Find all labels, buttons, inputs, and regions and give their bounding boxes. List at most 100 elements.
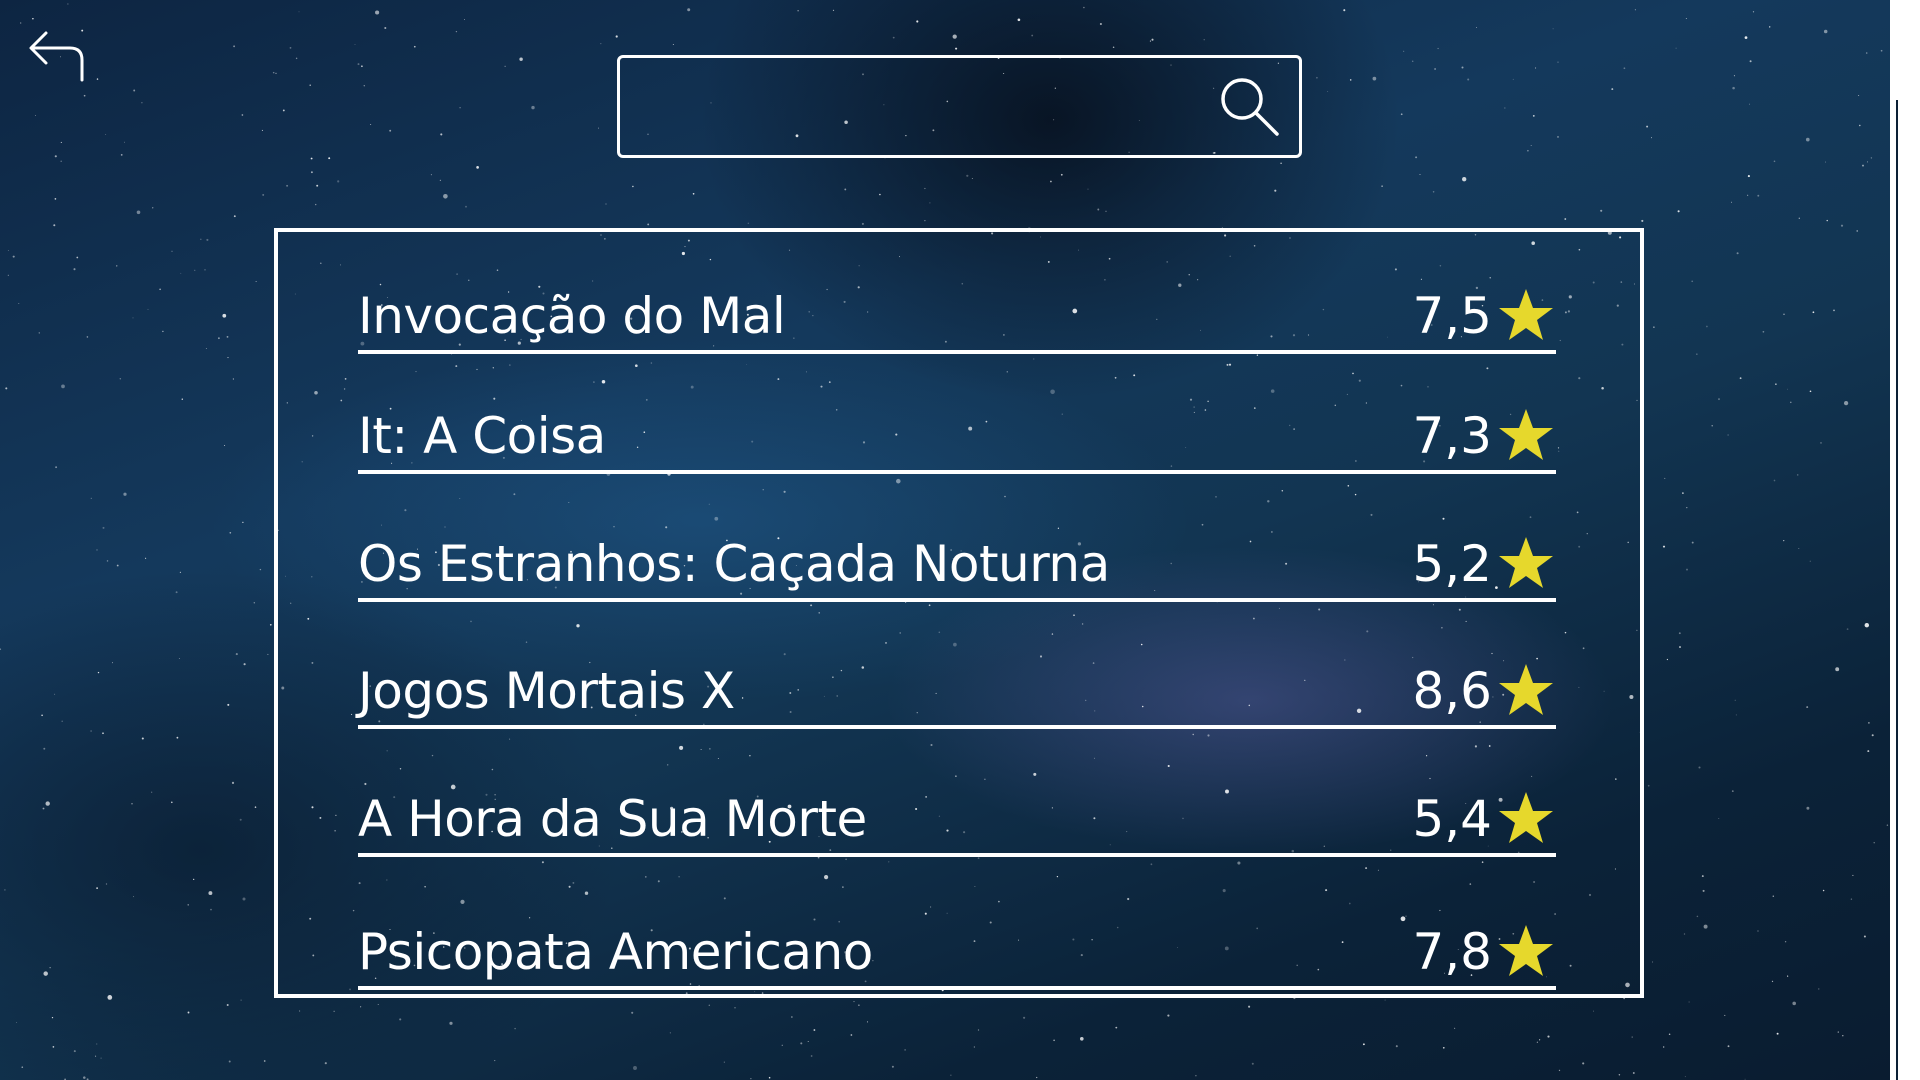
background-star <box>1820 442 1822 444</box>
background-star <box>1395 1045 1398 1048</box>
background-star <box>242 521 244 524</box>
search-bar[interactable] <box>617 55 1302 158</box>
background-star <box>119 378 122 380</box>
background-star <box>1792 1001 1796 1006</box>
background-star <box>1593 1010 1594 1012</box>
background-star <box>1684 1076 1686 1078</box>
background-star <box>1151 38 1154 41</box>
background-star <box>1752 11 1755 13</box>
background-star <box>768 1076 771 1079</box>
background-star <box>315 203 317 206</box>
list-item[interactable]: A Hora da Sua Morte 5,4 <box>358 785 1556 857</box>
search-icon[interactable] <box>1217 74 1283 140</box>
background-star <box>1641 219 1644 222</box>
background-star <box>1747 175 1750 178</box>
movie-title[interactable]: Os Estranhos: Caçada Noturna <box>358 534 1110 594</box>
background-star <box>1873 842 1875 844</box>
background-star <box>413 45 416 48</box>
background-star <box>1112 46 1115 49</box>
background-star <box>267 653 269 655</box>
background-star <box>377 1003 379 1005</box>
background-star <box>1248 1005 1251 1008</box>
list-item[interactable]: Jogos Mortais X 8,6 <box>358 657 1556 729</box>
background-star <box>1535 67 1537 69</box>
background-star <box>147 308 149 310</box>
list-item[interactable]: Os Estranhos: Caçada Noturna 5,2 <box>358 530 1556 602</box>
background-star <box>1688 1001 1690 1003</box>
background-star <box>226 335 229 338</box>
movie-rating: 7,8 <box>1412 923 1492 981</box>
background-star <box>832 9 835 12</box>
background-star <box>950 1074 952 1076</box>
background-star <box>1327 90 1329 92</box>
background-star <box>632 185 634 188</box>
background-star <box>916 20 919 23</box>
movie-title[interactable]: Jogos Mortais X <box>358 661 735 721</box>
background-star <box>227 357 229 359</box>
background-star <box>228 1060 231 1063</box>
background-star <box>35 115 36 116</box>
background-star <box>1696 915 1699 918</box>
background-star <box>1419 174 1421 175</box>
background-star <box>1274 189 1277 192</box>
background-star <box>1856 230 1858 232</box>
side-panel-edge <box>1890 0 1920 1080</box>
background-star <box>750 1078 752 1080</box>
movie-rating: 7,3 <box>1412 407 1492 465</box>
background-star <box>1668 1033 1671 1035</box>
background-star <box>1582 1062 1585 1065</box>
background-star <box>1739 377 1742 380</box>
background-star <box>131 803 133 805</box>
background-star <box>1167 1014 1170 1017</box>
row-underline <box>358 986 1556 990</box>
background-star <box>1105 210 1107 212</box>
background-star <box>615 35 618 38</box>
background-star <box>141 102 143 104</box>
background-star <box>240 999 242 1001</box>
background-star <box>1462 177 1467 182</box>
movie-title[interactable]: Invocação do Mal <box>358 286 786 346</box>
background-star <box>1432 191 1435 193</box>
background-star <box>239 818 242 821</box>
background-star <box>1036 1076 1038 1079</box>
movie-title[interactable]: A Hora da Sua Morte <box>358 789 867 849</box>
background-star <box>1749 103 1750 105</box>
background-star <box>892 36 895 39</box>
background-star <box>49 967 51 969</box>
background-star <box>235 653 238 656</box>
background-star <box>18 303 20 305</box>
movie-title[interactable]: It: A Coisa <box>358 406 606 466</box>
background-star <box>282 109 285 112</box>
background-star <box>136 210 141 215</box>
background-star <box>179 571 182 574</box>
search-input[interactable] <box>636 72 1200 144</box>
background-star <box>1372 76 1377 81</box>
background-star <box>227 703 230 706</box>
background-star <box>1685 18 1687 19</box>
list-item[interactable]: Invocação do Mal 7,5 <box>358 282 1556 354</box>
movie-rating: 8,6 <box>1412 662 1492 720</box>
background-star <box>1634 9 1636 11</box>
background-star <box>459 106 461 109</box>
background-star <box>1611 88 1614 91</box>
background-star <box>5 387 8 390</box>
list-item[interactable]: It: A Coisa 7,3 <box>358 402 1556 474</box>
background-star <box>1539 1039 1541 1041</box>
background-star <box>647 223 650 226</box>
movie-title[interactable]: Psicopata Americano <box>358 922 873 982</box>
background-star <box>1698 766 1701 769</box>
background-star <box>1362 1043 1365 1046</box>
background-star <box>1476 27 1477 28</box>
back-button[interactable] <box>24 20 90 86</box>
background-star <box>1557 136 1559 138</box>
background-star <box>96 1043 98 1045</box>
background-star <box>1826 219 1828 222</box>
list-item[interactable]: Psicopata Americano 7,8 <box>358 918 1556 990</box>
background-star <box>1280 162 1282 164</box>
background-star <box>1149 40 1151 42</box>
background-star <box>1812 311 1815 314</box>
background-star <box>1867 161 1869 163</box>
background-star <box>971 178 973 180</box>
background-star <box>105 883 108 885</box>
background-star <box>54 155 57 158</box>
